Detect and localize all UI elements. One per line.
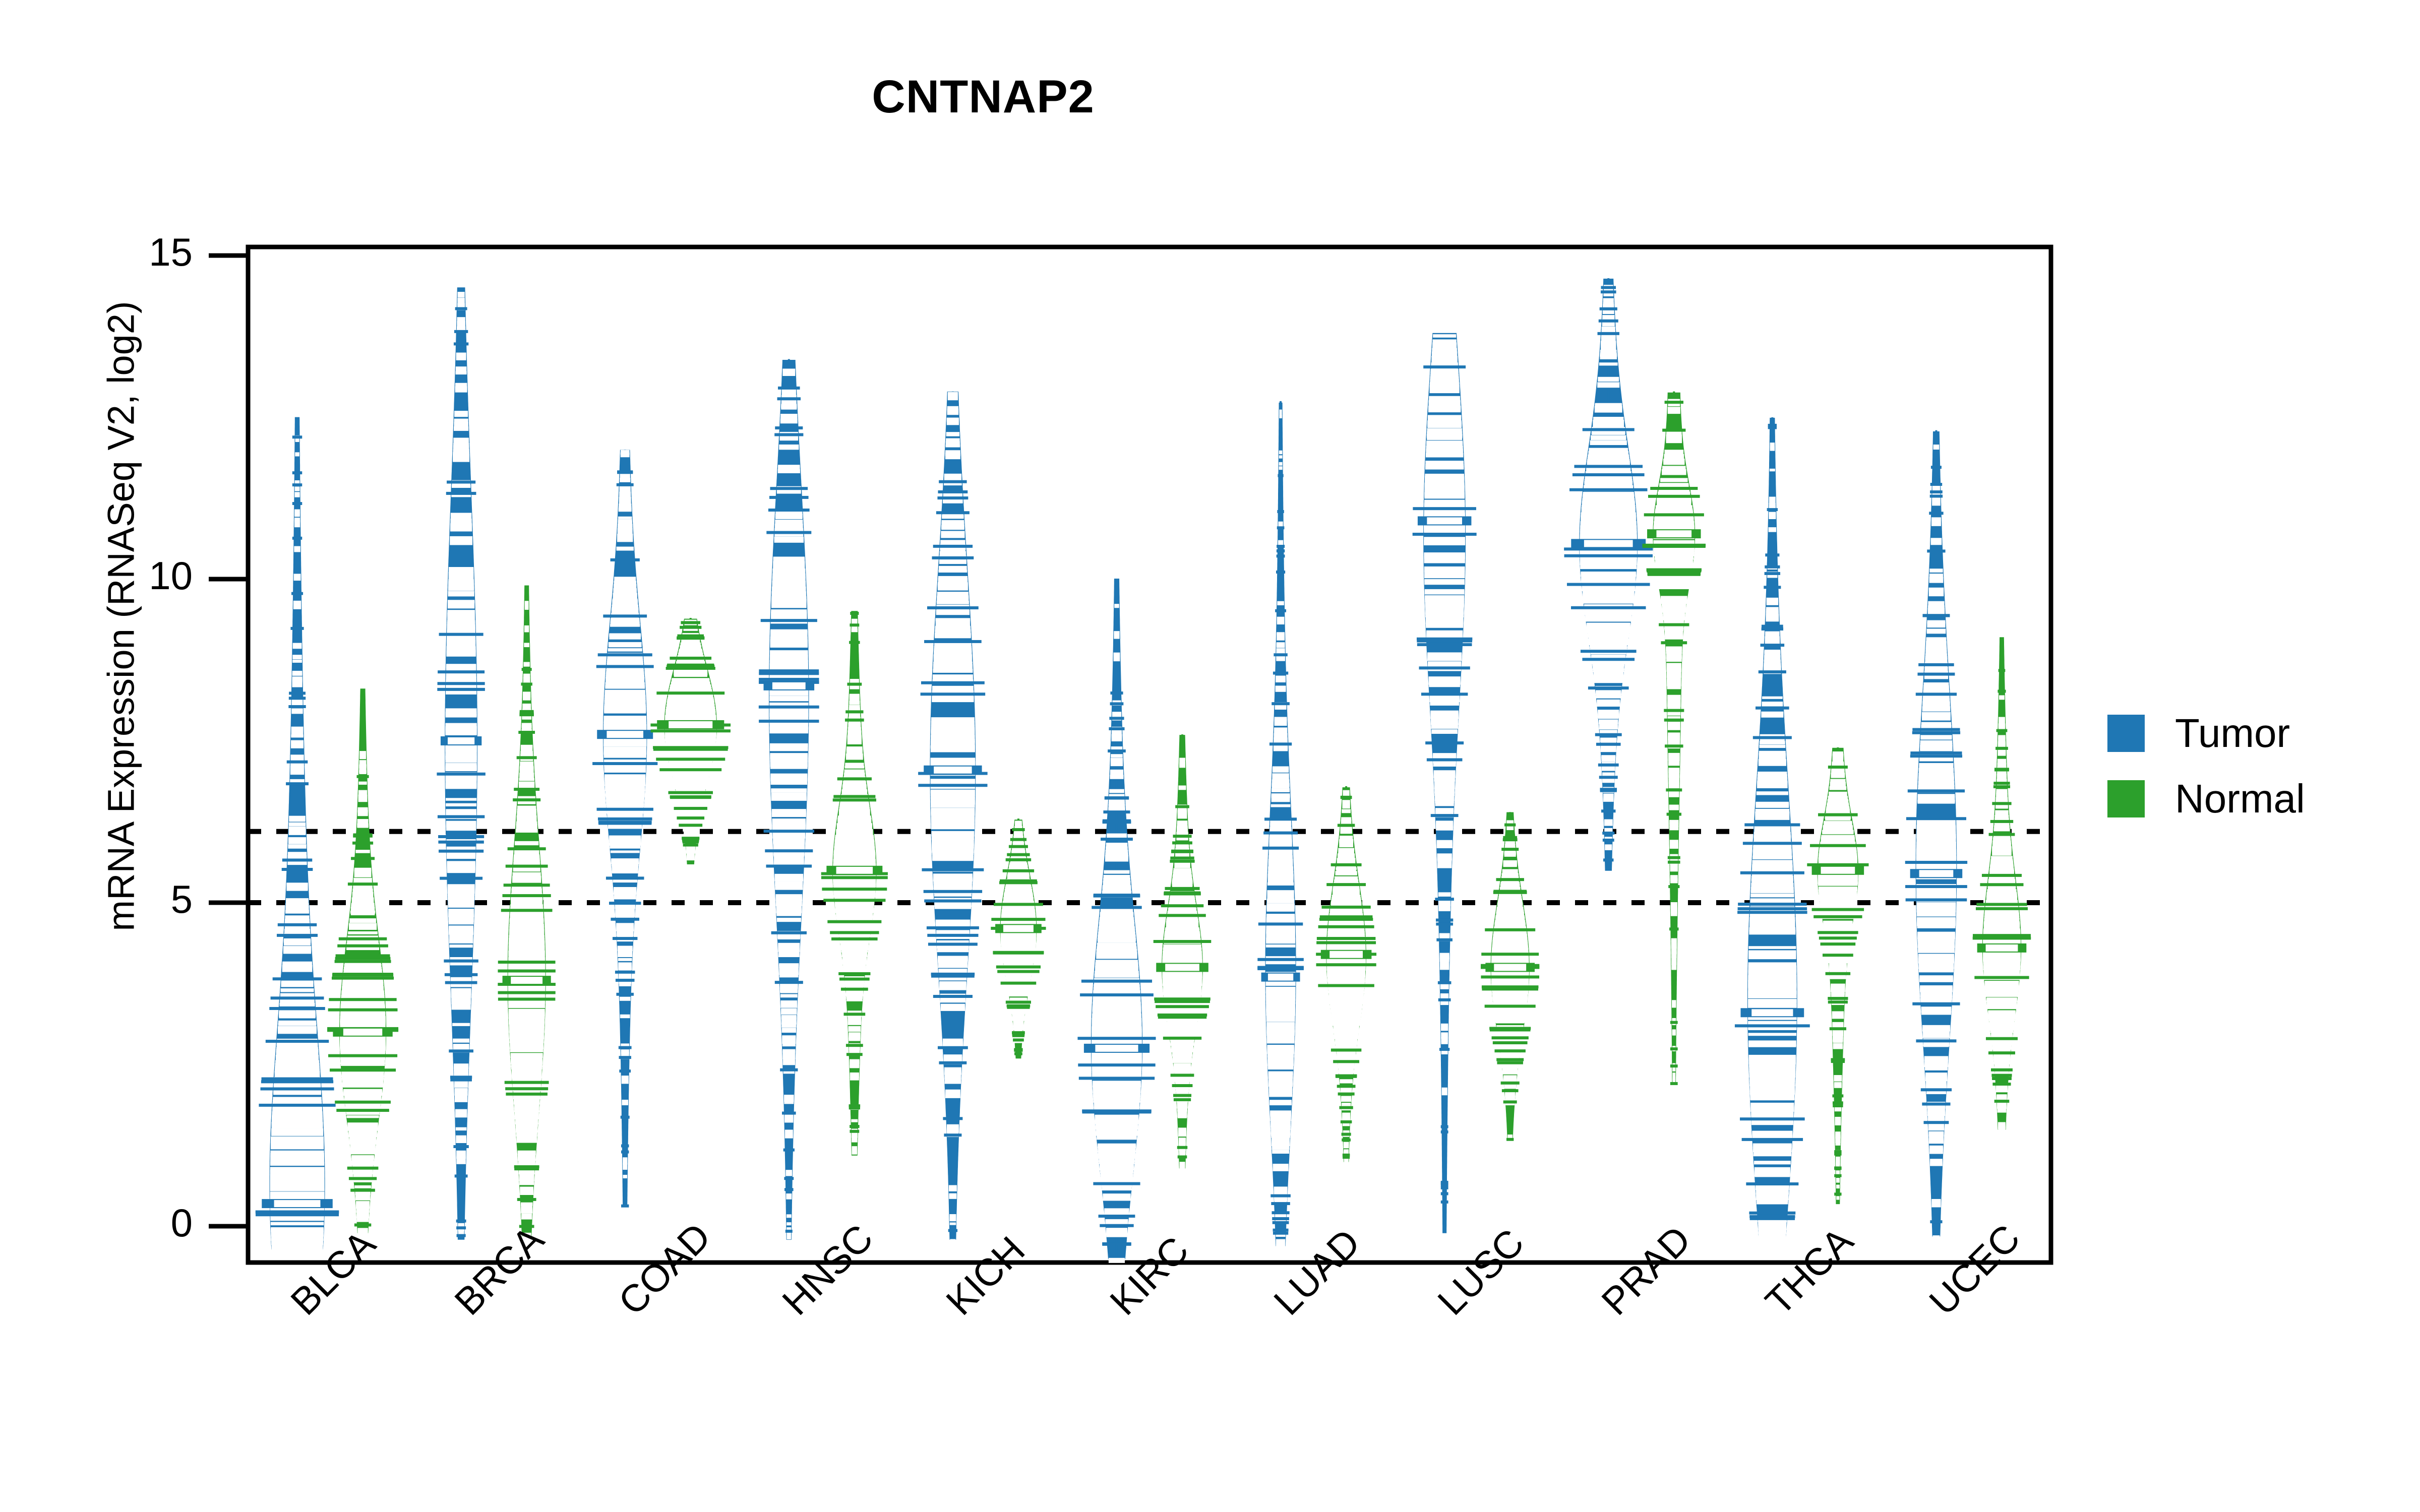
legend-item-tumor[interactable]: Tumor (2107, 701, 2305, 766)
legend-label-normal: Normal (2175, 776, 2305, 821)
y-tick-label: 10 (149, 553, 193, 598)
y-tick-label: 15 (149, 230, 193, 274)
legend-item-normal[interactable]: Normal (2107, 766, 2305, 832)
beanplot-svg (209, 244, 2053, 1265)
y-tick-label: 5 (170, 877, 193, 921)
legend-swatch-tumor (2107, 715, 2145, 752)
chart-root: CNTNAP2 mRNA Expression (RNASeq V2, log2… (0, 0, 2420, 1512)
legend-label-tumor: Tumor (2175, 711, 2290, 755)
legend: Tumor Normal (2107, 701, 2305, 832)
legend-swatch-normal (2107, 780, 2145, 817)
y-tick-label: 0 (170, 1201, 193, 1245)
